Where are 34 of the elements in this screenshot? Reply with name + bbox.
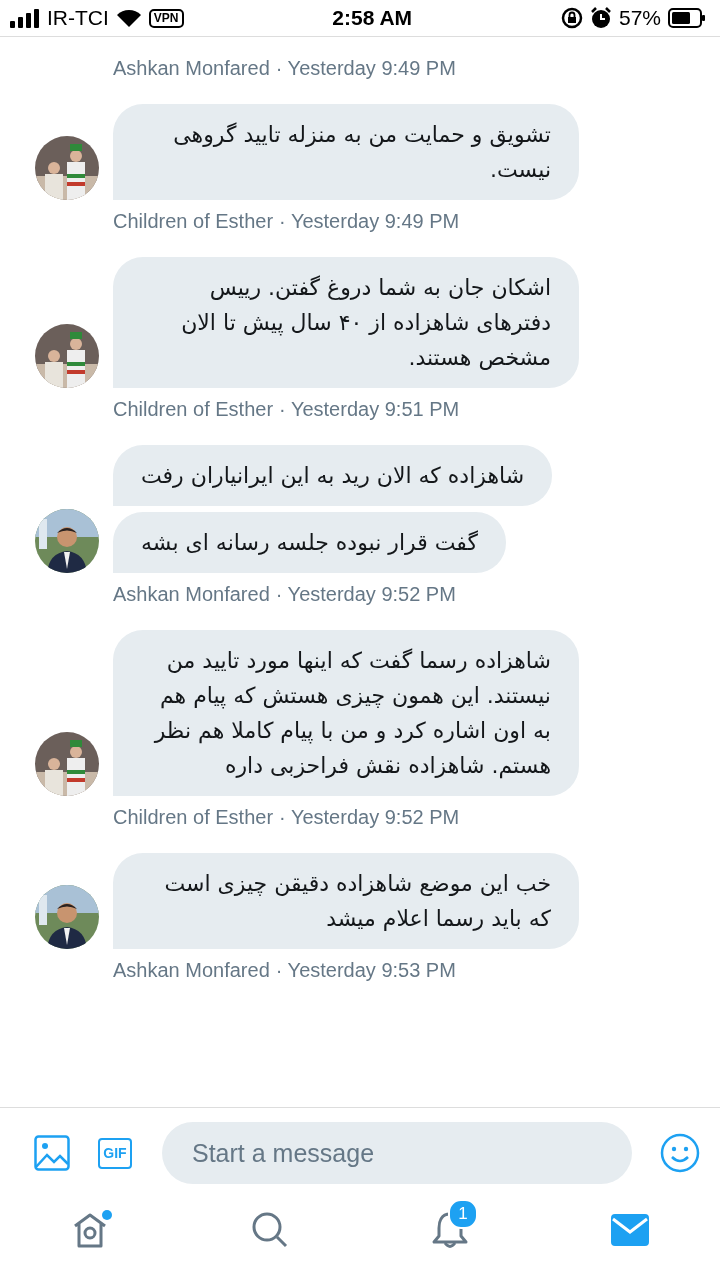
battery-icon [668, 8, 706, 28]
carrier-name: IR-TCI [47, 6, 109, 30]
message-time: · Yesterday 9:53 PM [275, 959, 456, 982]
message-bubble: شاهزاده رسما گفت که اینها مورد تایید من نیستند. این همون چیزی هستش که پیام هم به اون اشاره کرد و من با پیام کاملا هم نظر هستم. شاهزاده نقش فراحزبی داره [113, 630, 579, 796]
wifi-icon [115, 8, 142, 28]
clock-time: 2:58 AM [332, 6, 413, 30]
search-icon [251, 1211, 289, 1249]
sender-name: Ashkan Monfared [113, 959, 270, 982]
notification-badge: 1 [448, 1199, 478, 1229]
emoji-icon[interactable] [660, 1133, 700, 1173]
image-icon[interactable] [34, 1135, 70, 1171]
message-time: · Yesterday 9:49 PM [275, 57, 456, 80]
message-bubble: خب این موضع شاهزاده دقیقن چیزی است که باید رسما اعلام میشد [113, 853, 579, 949]
battery-percent: 57% [618, 6, 661, 30]
message-bubble: شاهزاده که الان رید به این ایرانیاران رفت [113, 445, 553, 506]
vpn-indicator: VPN [148, 8, 184, 28]
message-bubble: گفت قرار نبوده جلسه رسانه ای بشه [113, 512, 506, 573]
sender-name: Ashkan Monfared [113, 57, 270, 80]
sender-name: Children of Esther [113, 210, 274, 233]
message-bubble: تشویق و حمایت من به منزله تایید گروهی نیست. [113, 104, 579, 200]
message-time: · Yesterday 9:52 PM [275, 583, 456, 606]
alarm-icon [589, 7, 612, 29]
message-bubble: اشکان جان به شما دروغ گفتن. رییس دفترهای شاهزاده از ۴۰ سال پیش تا الان مشخص هستند. [113, 257, 579, 388]
sender-name: Children of Esther [113, 806, 274, 829]
message-time: · Yesterday 9:49 PM [279, 210, 460, 233]
message-input[interactable]: Start a message [162, 1122, 632, 1184]
signal-icon [10, 8, 40, 28]
mail-icon [611, 1214, 649, 1246]
sender-name: Ashkan Monfared [113, 583, 270, 606]
message-time: · Yesterday 9:52 PM [279, 806, 460, 829]
rotation-lock-icon [560, 7, 583, 29]
sender-name: Children of Esther [113, 398, 274, 421]
message-time: · Yesterday 9:51 PM [279, 398, 460, 421]
gif-button[interactable]: GIF [98, 1137, 132, 1169]
